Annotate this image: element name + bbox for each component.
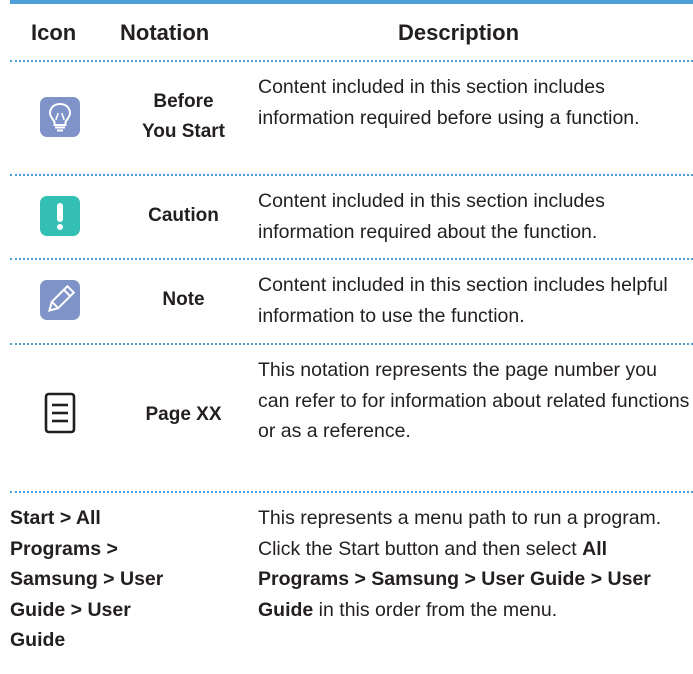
menu-path-label: Start > All Programs > Samsung > User Gu… <box>10 507 164 651</box>
description-text: Content included in this section include… <box>258 190 605 243</box>
notation-label: Page XX <box>145 404 222 425</box>
exclamation-icon <box>40 196 80 236</box>
notation-label: Before You Start <box>141 91 226 142</box>
header-description: Description <box>398 20 520 45</box>
description-text: This represents a menu path to run a pro… <box>258 507 662 621</box>
page-icon <box>43 391 77 440</box>
description-text: This notation represents the page number… <box>258 359 690 442</box>
notation-label: Caution <box>148 205 219 226</box>
notation-label: Note <box>162 289 205 310</box>
table-row: Before You Start Content included in thi… <box>10 62 693 172</box>
table-row: Note Content included in this section in… <box>10 260 693 340</box>
pencil-icon <box>40 280 80 320</box>
description-text: Content included in this section include… <box>258 76 640 129</box>
table-row: Caution Content included in this section… <box>10 176 693 256</box>
header-icon: Icon <box>31 20 77 45</box>
notation-table: Icon Notation Description Before You Sta… <box>0 0 693 674</box>
lightbulb-icon <box>40 97 80 137</box>
table-header: Icon Notation Description <box>10 4 693 60</box>
description-text: Content included in this section include… <box>258 274 668 327</box>
header-notation: Notation <box>120 20 210 45</box>
table-row: Start > All Programs > Samsung > User Gu… <box>10 493 693 668</box>
table-row: Page XX This notation represents the pag… <box>10 345 693 485</box>
